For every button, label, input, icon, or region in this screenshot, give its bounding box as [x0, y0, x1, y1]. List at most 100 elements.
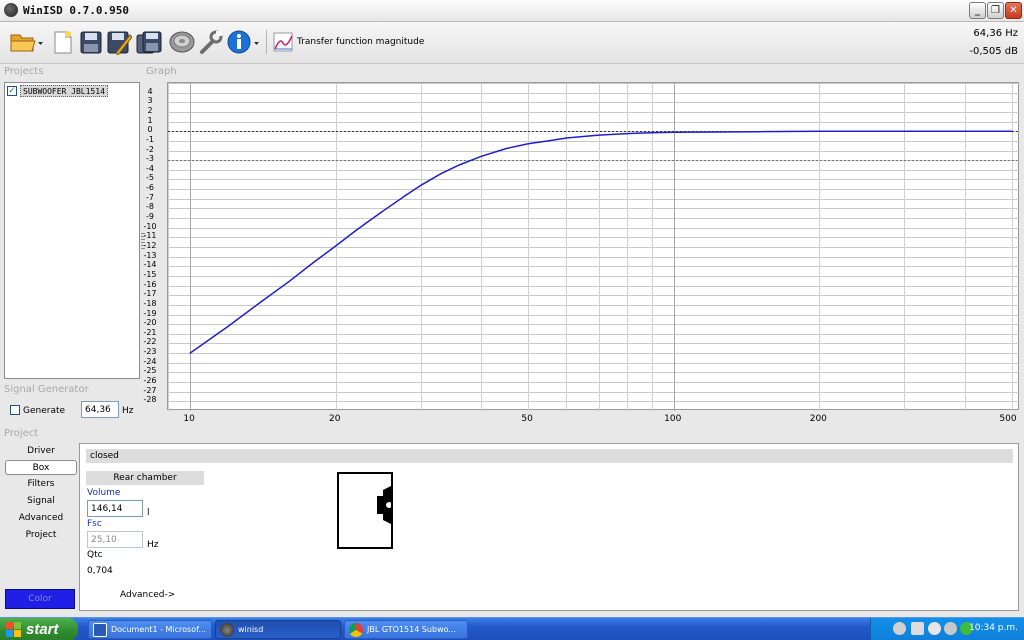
- curve-point: [458, 164, 460, 166]
- curve-point: [1011, 130, 1013, 132]
- toolbar: Transfer function magnitude 64,36 Hz -0,…: [0, 22, 1024, 64]
- y-tick-label: 4: [147, 86, 153, 96]
- task-label: Document1 - Microsof...: [111, 625, 206, 634]
- project-item[interactable]: ✓ SUBWOOFER JBL1514: [7, 85, 108, 97]
- curve-point: [405, 194, 407, 196]
- task-label: winisd: [238, 625, 264, 634]
- save-icon[interactable]: [79, 29, 103, 55]
- tab-driver[interactable]: Driver: [5, 444, 77, 459]
- curve-point: [260, 301, 262, 303]
- tab-advanced[interactable]: Advanced: [5, 511, 77, 526]
- volume-unit: l: [147, 508, 150, 518]
- y-tick-label: -15: [143, 269, 157, 279]
- qtc-label: Qtc: [87, 550, 103, 560]
- start-label: start: [26, 621, 59, 638]
- project-name[interactable]: SUBWOOFER JBL1514: [20, 85, 108, 97]
- y-tick-label: -25: [143, 366, 157, 376]
- x-tick-label: 100: [664, 414, 682, 424]
- y-tick-label: -16: [143, 279, 157, 289]
- x-tick-label: 10: [183, 414, 195, 424]
- volume-input[interactable]: [87, 500, 143, 517]
- chrome-icon: [349, 623, 363, 637]
- y-tick-label: -3: [146, 154, 154, 164]
- graph-section-label: Graph: [146, 66, 177, 77]
- fsc-unit: Hz: [147, 540, 159, 550]
- advanced-link[interactable]: Advanced->: [120, 590, 175, 600]
- project-checkbox[interactable]: ✓: [7, 86, 17, 96]
- generator-frequency-input[interactable]: [81, 401, 119, 418]
- tab-box[interactable]: Box: [5, 460, 77, 475]
- y-tick-label: -12: [143, 241, 157, 250]
- signal-generator-section-label: Signal Generator: [4, 384, 89, 395]
- y-tick-label: -5: [146, 173, 154, 183]
- curve-point: [480, 155, 482, 157]
- graph-area[interactable]: [167, 82, 1020, 411]
- curve-point: [227, 325, 229, 327]
- start-button[interactable]: start: [0, 618, 78, 640]
- maximize-button[interactable]: ❐: [987, 2, 1004, 19]
- rear-chamber-header: Rear chamber: [86, 471, 204, 485]
- task-winisd[interactable]: winisd: [215, 620, 341, 639]
- y-tick-label: -9: [146, 212, 154, 222]
- y-tick-label: -2: [146, 144, 154, 154]
- close-button[interactable]: ✕: [1005, 2, 1022, 19]
- network-icon[interactable]: [911, 622, 924, 635]
- taskbar: start Document1 - Microsof... winisd JBL…: [0, 617, 1024, 640]
- tab-signal[interactable]: Signal: [5, 494, 77, 509]
- y-tick-label: -24: [143, 356, 157, 366]
- wrench-icon[interactable]: [198, 29, 224, 55]
- curve-point: [335, 245, 337, 247]
- volume-label: Volume: [87, 488, 121, 498]
- graph-plot: [168, 83, 1020, 411]
- y-tick-label: -8: [146, 202, 154, 212]
- y-tick-label: -22: [143, 337, 157, 347]
- curve-point: [547, 140, 549, 142]
- open-folder-icon[interactable]: [8, 29, 44, 55]
- minimize-button[interactable]: _: [969, 2, 986, 19]
- task-label: JBL GTO1514 Subwo...: [367, 625, 456, 634]
- curve-point: [355, 230, 357, 232]
- generator-frequency-unit: Hz: [122, 406, 134, 416]
- curve-point: [527, 143, 529, 145]
- y-tick-label: -17: [143, 289, 157, 299]
- generate-label: Generate: [23, 406, 66, 416]
- clock-icon[interactable]: [944, 622, 957, 635]
- task-chrome[interactable]: JBL GTO1514 Subwo...: [344, 620, 468, 639]
- x-tick-label: 50: [521, 414, 533, 424]
- system-tray: 10:34 p.m.: [870, 618, 1024, 640]
- graph-type-selector[interactable]: Transfer function magnitude: [297, 37, 424, 47]
- save-all-icon[interactable]: [135, 29, 163, 55]
- windows-flag-icon: [6, 622, 21, 637]
- curve-point: [758, 131, 760, 133]
- window-title: WinISD 0.7.0.950: [23, 4, 129, 17]
- driver-editor-icon[interactable]: [168, 29, 196, 55]
- y-tick-label: -6: [146, 183, 154, 193]
- box-panel: closed Rear chamber Volume l Fsc Hz Qtc …: [79, 443, 1019, 611]
- transfer-function-curve: [189, 130, 1012, 354]
- tab-project[interactable]: Project: [5, 528, 77, 543]
- generate-checkbox[interactable]: [10, 405, 20, 415]
- y-tick-label: -20: [143, 318, 157, 328]
- x-tick-label: 500: [999, 414, 1017, 424]
- y-tick-label: -14: [143, 260, 157, 270]
- volume-icon[interactable]: [928, 622, 941, 635]
- curve-point: [818, 130, 820, 132]
- task-word[interactable]: Document1 - Microsof...: [88, 620, 212, 639]
- y-tick-label: -10: [143, 221, 157, 231]
- x-tick-label: 20: [328, 414, 341, 424]
- new-file-icon[interactable]: [52, 29, 74, 55]
- save-as-icon[interactable]: [106, 29, 132, 55]
- fsc-input[interactable]: [87, 531, 143, 548]
- graph-type-icon[interactable]: [272, 29, 294, 55]
- y-tick-label: -13: [143, 250, 157, 260]
- color-button[interactable]: Color: [5, 589, 75, 609]
- tray-expand-icon[interactable]: [893, 622, 906, 635]
- x-tick-label: 200: [809, 414, 827, 424]
- curve-point: [382, 210, 384, 212]
- tab-filters[interactable]: Filters: [5, 477, 77, 492]
- info-icon[interactable]: [227, 29, 263, 55]
- curve-point: [598, 134, 600, 136]
- fsc-label: Fsc: [87, 519, 102, 529]
- word-icon: [93, 623, 107, 637]
- box-type-selector[interactable]: closed: [86, 449, 1013, 463]
